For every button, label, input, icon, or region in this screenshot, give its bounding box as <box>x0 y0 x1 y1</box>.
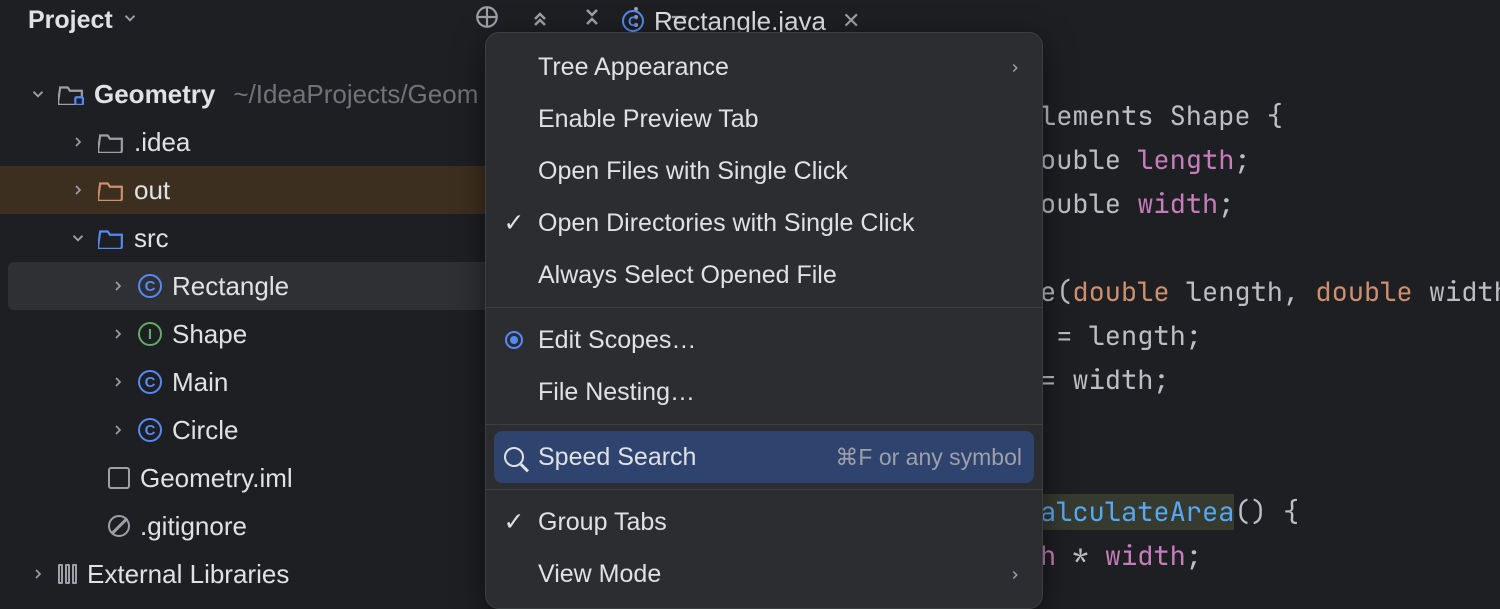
chevron-down-icon[interactable] <box>121 6 139 34</box>
menu-item-open-files-single-click[interactable]: Open Files with Single Click <box>486 145 1042 197</box>
radio-icon <box>505 331 523 349</box>
menu-separator <box>486 489 1042 490</box>
menu-item-tree-appearance[interactable]: Tree Appearance <box>486 41 1042 93</box>
tree-item-rectangle[interactable]: C Rectangle <box>8 262 492 310</box>
tree-root-geometry[interactable]: Geometry ~/IdeaProjects/Geom <box>0 70 500 118</box>
excluded-folder-icon <box>98 179 124 201</box>
folder-icon <box>98 131 124 153</box>
menu-item-file-nesting[interactable]: File Nesting… <box>486 366 1042 418</box>
tree-item-external-libraries[interactable]: External Libraries <box>0 550 500 598</box>
menu-item-enable-preview-tab[interactable]: Enable Preview Tab <box>486 93 1042 145</box>
checkmark-icon: ✓ <box>502 507 526 537</box>
class-icon: C <box>622 10 644 32</box>
checkmark-icon: ✓ <box>502 208 526 238</box>
collapse-all-icon[interactable] <box>580 5 604 36</box>
tree-label: out <box>134 175 170 206</box>
menu-label: File Nesting… <box>538 378 695 407</box>
gitignore-icon <box>108 515 130 537</box>
chevron-right-icon[interactable] <box>28 566 48 582</box>
chevron-right-icon[interactable] <box>68 134 88 150</box>
tree-item-circle[interactable]: C Circle <box>0 406 500 454</box>
chevron-right-icon[interactable] <box>108 326 128 342</box>
expand-all-icon[interactable] <box>528 5 552 36</box>
menu-label: Enable Preview Tab <box>538 105 759 134</box>
chevron-right-icon <box>1008 53 1022 82</box>
project-view-options-menu: Tree Appearance Enable Preview Tab Open … <box>485 32 1043 609</box>
menu-separator <box>486 307 1042 308</box>
module-folder-icon <box>58 83 84 105</box>
tree-label: Circle <box>172 415 238 446</box>
menu-item-always-select-opened-file[interactable]: Always Select Opened File <box>486 249 1042 301</box>
menu-item-open-dirs-single-click[interactable]: ✓ Open Directories with Single Click <box>486 197 1042 249</box>
menu-label: View Mode <box>538 560 661 589</box>
tree-label: Shape <box>172 319 247 350</box>
menu-separator <box>486 424 1042 425</box>
tree-item-out[interactable]: out <box>0 166 500 214</box>
menu-item-view-mode[interactable]: View Mode <box>486 548 1042 600</box>
tree-item-idea[interactable]: .idea <box>0 118 500 166</box>
code-editor[interactable]: lements Shape { ouble length; ouble widt… <box>1040 50 1500 578</box>
menu-label: Open Files with Single Click <box>538 157 848 186</box>
menu-label: Tree Appearance <box>538 53 729 82</box>
chevron-right-icon[interactable] <box>68 182 88 198</box>
tree-label: src <box>134 223 169 254</box>
class-icon: C <box>138 370 162 394</box>
menu-shortcut: ⌘F or any symbol <box>835 444 1022 471</box>
tree-item-main[interactable]: C Main <box>0 358 500 406</box>
menu-item-edit-scopes[interactable]: Edit Scopes… <box>486 314 1042 366</box>
menu-label: Group Tabs <box>538 508 667 537</box>
tree-label: Geometry <box>94 79 215 110</box>
chevron-down-icon[interactable] <box>68 229 88 247</box>
chevron-right-icon[interactable] <box>108 374 128 390</box>
tree-label: .gitignore <box>140 511 247 542</box>
tree-item-gitignore[interactable]: .gitignore <box>0 502 500 550</box>
chevron-down-icon[interactable] <box>28 85 48 103</box>
module-file-icon <box>108 467 130 489</box>
menu-item-speed-search[interactable]: Speed Search ⌘F or any symbol <box>494 431 1034 483</box>
tree-path-hint: ~/IdeaProjects/Geom <box>233 79 478 110</box>
chevron-right-icon[interactable] <box>108 422 128 438</box>
menu-label: Speed Search <box>538 443 696 472</box>
project-tool-window-label[interactable]: Project <box>28 6 113 35</box>
tree-item-src[interactable]: src <box>0 214 500 262</box>
tree-item-shape[interactable]: I Shape <box>0 310 500 358</box>
project-tree: Geometry ~/IdeaProjects/Geom .idea out s… <box>0 70 500 598</box>
source-folder-icon <box>98 227 124 249</box>
interface-icon: I <box>138 322 162 346</box>
menu-label: Always Select Opened File <box>538 261 837 290</box>
class-icon: C <box>138 418 162 442</box>
tree-label: External Libraries <box>87 559 289 590</box>
tree-label: .idea <box>134 127 190 158</box>
search-icon <box>504 447 524 467</box>
chevron-right-icon[interactable] <box>108 278 128 294</box>
tree-label: Geometry.iml <box>140 463 293 494</box>
class-icon: C <box>138 274 162 298</box>
close-tab-icon[interactable]: ✕ <box>842 8 860 34</box>
tree-label: Rectangle <box>172 271 289 302</box>
chevron-right-icon <box>1008 560 1022 589</box>
menu-label: Edit Scopes… <box>538 326 696 355</box>
menu-item-group-tabs[interactable]: ✓ Group Tabs <box>486 496 1042 548</box>
library-icon <box>58 564 77 584</box>
tree-label: Main <box>172 367 228 398</box>
menu-label: Open Directories with Single Click <box>538 209 915 238</box>
tree-item-geometry-iml[interactable]: Geometry.iml <box>0 454 500 502</box>
